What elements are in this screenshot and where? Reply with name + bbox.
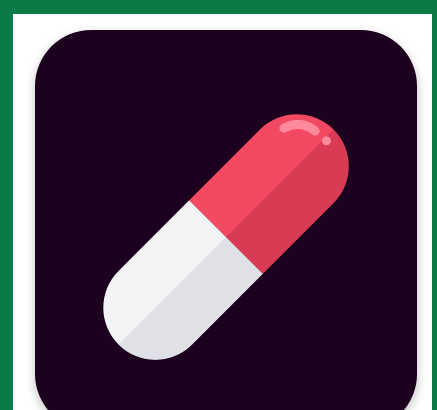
pill-capsule-icon — [103, 114, 349, 360]
app-icon-tile[interactable] — [35, 30, 417, 410]
app-icon-frame — [0, 0, 437, 410]
